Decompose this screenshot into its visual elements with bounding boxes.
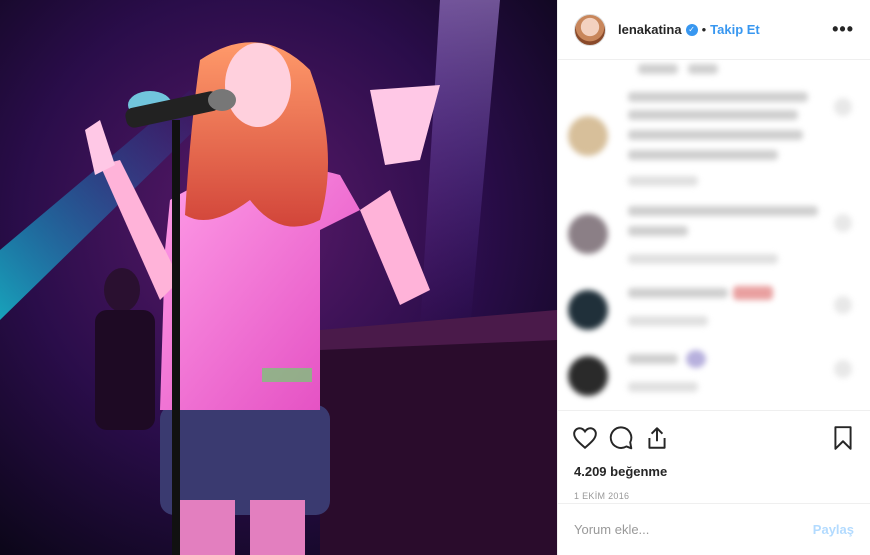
list-item — [568, 282, 860, 342]
list-item — [568, 88, 860, 198]
comment-input[interactable] — [574, 522, 813, 537]
follow-button[interactable]: Takip Et — [710, 22, 760, 37]
add-comment-bar: Paylaş — [558, 503, 870, 555]
concert-photo — [0, 0, 557, 555]
comments-list[interactable] — [558, 60, 870, 410]
bookmark-icon[interactable] — [830, 425, 856, 451]
list-item — [568, 346, 860, 410]
comment-icon[interactable] — [608, 425, 634, 451]
list-item — [568, 60, 860, 80]
post-sidebar: lenakatina ✓ • Takip Et ••• 4.209 beğenm… — [557, 0, 870, 555]
share-icon[interactable] — [644, 425, 670, 451]
post-header: lenakatina ✓ • Takip Et ••• — [558, 0, 870, 60]
avatar[interactable] — [574, 13, 606, 46]
heart-icon[interactable] — [572, 425, 598, 451]
verified-badge-icon: ✓ — [685, 23, 698, 36]
likes-count[interactable]: 4.209 beğenme — [558, 464, 870, 486]
username-link[interactable]: lenakatina — [618, 22, 682, 37]
post-comment-button[interactable]: Paylaş — [813, 522, 854, 537]
post-photo[interactable] — [0, 0, 557, 555]
separator-dot: • — [701, 22, 707, 37]
post-actions — [558, 410, 870, 464]
more-options-icon[interactable]: ••• — [832, 19, 854, 40]
list-item — [568, 200, 860, 280]
